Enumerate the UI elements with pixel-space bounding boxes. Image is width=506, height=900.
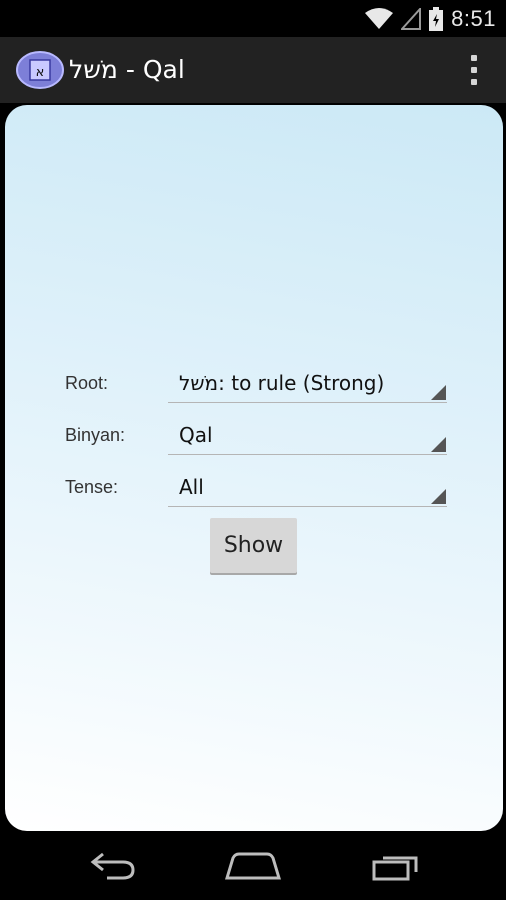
recent-apps-button[interactable] [368,845,424,887]
root-spinner[interactable]: מֹשל: to rule (Strong) [168,371,447,403]
tense-value: All [179,475,204,499]
home-icon [225,852,281,880]
form-panel: Root: מֹשל: to rule (Strong) Binyan: Qal… [5,105,503,831]
home-button[interactable] [224,845,282,887]
svg-text:א: א [36,65,45,80]
overflow-menu-icon[interactable] [470,55,478,85]
content-area: Root: מֹשל: to rule (Strong) Binyan: Qal… [0,103,506,833]
page-title: מֹשל - Qal [69,55,185,84]
spinner-arrow-icon [431,437,446,452]
status-time: 8:51 [451,5,496,31]
tense-spinner[interactable]: All [168,475,447,507]
spinner-arrow-icon [431,489,446,504]
battery-icon [429,6,444,31]
root-value: מֹשל: to rule (Strong) [179,371,385,395]
wifi-icon [365,7,394,29]
back-button[interactable] [86,845,140,887]
action-bar: א מֹשל - Qal [0,37,506,103]
tense-label: Tense: [65,477,119,497]
recent-apps-icon [372,856,418,881]
show-button[interactable]: Show [210,518,297,573]
status-bar: 8:51 [0,0,506,37]
cell-signal-icon [401,7,422,30]
navigation-bar [0,833,506,900]
binyan-spinner[interactable]: Qal [168,423,447,455]
binyan-value: Qal [179,423,213,447]
binyan-label: Binyan: [65,425,126,445]
spinner-arrow-icon [431,385,446,400]
aleph-app-icon[interactable]: א [16,51,64,89]
back-icon [90,852,135,880]
status-icons: 8:51 [365,5,496,32]
root-label: Root: [65,373,109,393]
